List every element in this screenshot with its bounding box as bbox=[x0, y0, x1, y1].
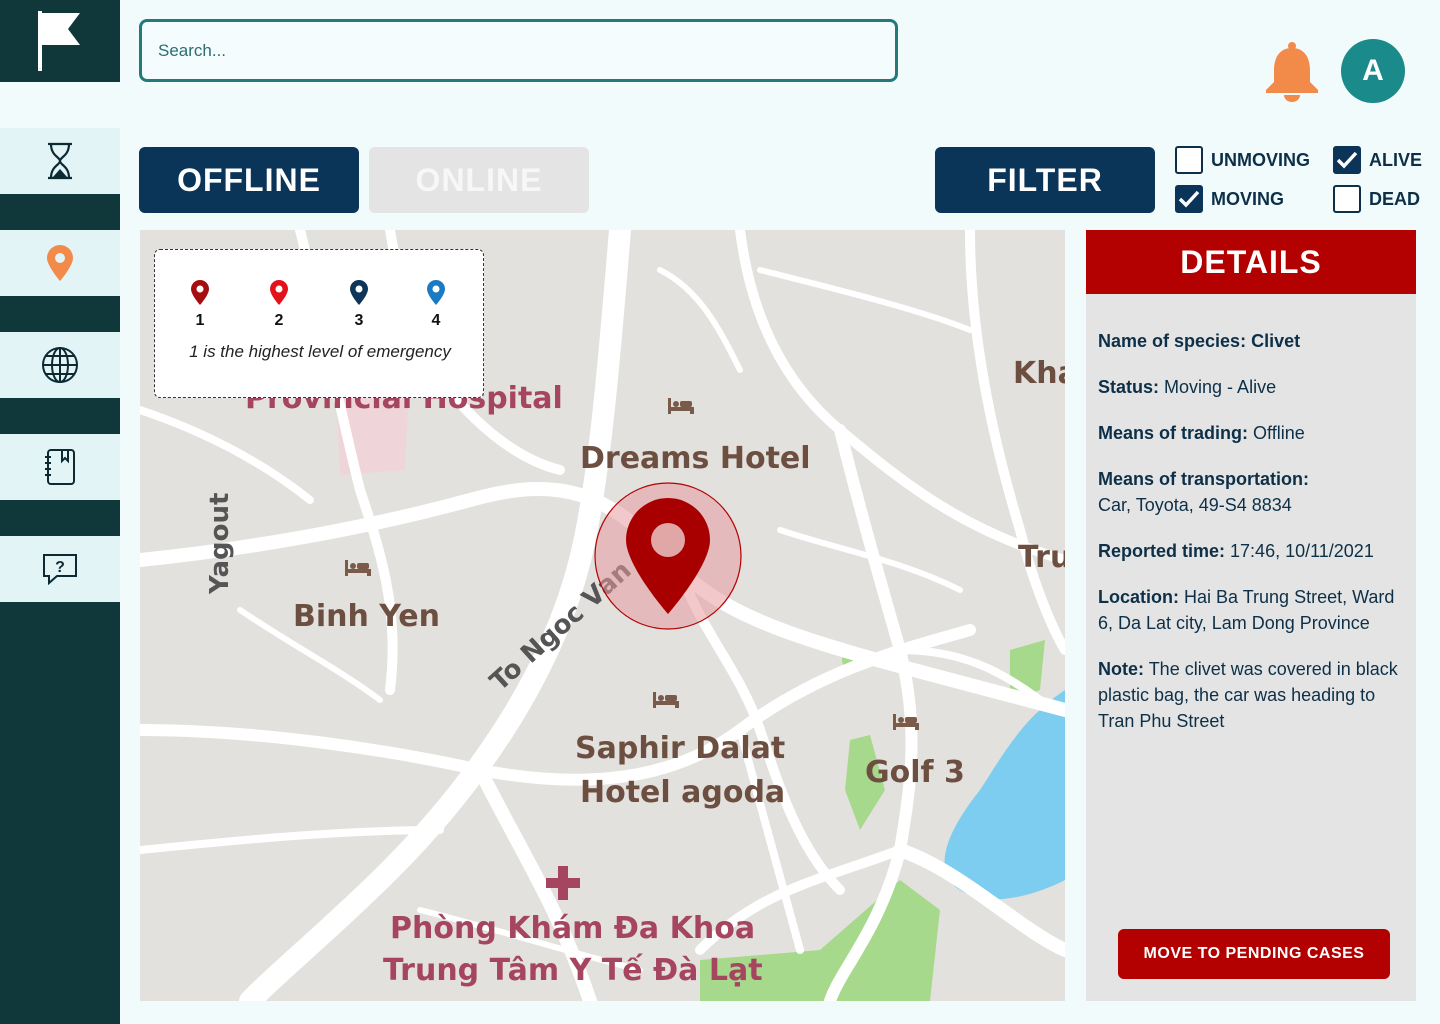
legend-level-1: 1 bbox=[185, 280, 215, 330]
filter-unmoving-checkbox[interactable]: UNMOVING bbox=[1175, 146, 1310, 174]
svg-text:?: ? bbox=[55, 559, 65, 576]
map-label: Trung Tâm Y Tế Đà Lạt bbox=[383, 953, 763, 988]
bell-icon bbox=[1266, 42, 1318, 102]
checkmark-icon bbox=[1178, 190, 1200, 208]
checkbox-box[interactable] bbox=[1333, 185, 1361, 213]
detail-location: Location: Hai Ba Trung Street, Ward 6, D… bbox=[1098, 584, 1404, 636]
notification-button[interactable] bbox=[1262, 40, 1322, 106]
tab-online[interactable]: ONLINE bbox=[369, 147, 589, 213]
detail-species: Name of species: Clivet bbox=[1098, 328, 1404, 354]
filter-dead-checkbox[interactable]: DEAD bbox=[1333, 185, 1420, 213]
detail-value: Moving - Alive bbox=[1164, 377, 1277, 397]
details-title: DETAILS bbox=[1086, 230, 1416, 294]
detail-transport: Means of transportation: Car, Toyota, 49-… bbox=[1098, 466, 1404, 518]
legend-level-3: 3 bbox=[344, 280, 374, 330]
map-pin-icon bbox=[350, 280, 368, 305]
detail-label: Status: bbox=[1098, 377, 1160, 397]
checkbox-box[interactable] bbox=[1175, 185, 1203, 213]
sidebar-item-records[interactable] bbox=[0, 434, 120, 500]
map-label: Binh Yen bbox=[293, 599, 440, 634]
legend-level-4: 4 bbox=[421, 280, 451, 330]
hourglass-icon bbox=[48, 142, 72, 180]
map-pin-icon bbox=[427, 280, 445, 305]
detail-label: Reported time: bbox=[1098, 541, 1226, 561]
map-label: Phòng Khám Đa Khoa bbox=[390, 911, 755, 946]
sidebar-spacer bbox=[0, 82, 120, 128]
legend-level-2: 2 bbox=[264, 280, 294, 330]
location-pin-icon bbox=[47, 245, 73, 281]
question-icon: ? bbox=[43, 554, 77, 586]
detail-label: Name of species: bbox=[1098, 331, 1247, 351]
globe-icon bbox=[42, 347, 78, 383]
checkbox-label: DEAD bbox=[1369, 188, 1421, 209]
legend-number: 3 bbox=[354, 312, 364, 329]
notebook-icon bbox=[45, 449, 75, 485]
map-label: Tru bbox=[1018, 540, 1065, 575]
details-body: Name of species: Clivet Status: Moving -… bbox=[1086, 294, 1416, 734]
detail-time: Reported time: 17:46, 10/11/2021 bbox=[1098, 538, 1404, 564]
detail-label: Means of trading: bbox=[1098, 423, 1249, 443]
sidebar-item-help[interactable]: ? bbox=[0, 536, 120, 602]
detail-label: Location: bbox=[1098, 587, 1179, 607]
detail-value: Car, Toyota, 49-S4 8834 bbox=[1098, 495, 1292, 515]
detail-label: Note: bbox=[1098, 659, 1144, 679]
map-label: Golf 3 bbox=[865, 755, 965, 790]
checkbox-label: UNMOVING bbox=[1211, 149, 1310, 170]
legend-number: 2 bbox=[274, 312, 284, 329]
legend-number: 4 bbox=[431, 312, 441, 329]
map-pin-icon bbox=[191, 280, 209, 305]
sidebar-item-map[interactable] bbox=[0, 230, 120, 296]
checkbox-label: MOVING bbox=[1211, 188, 1285, 209]
move-to-pending-button[interactable]: MOVE TO PENDING CASES bbox=[1118, 929, 1390, 979]
detail-status: Status: Moving - Alive bbox=[1098, 374, 1404, 400]
tab-offline[interactable]: OFFLINE bbox=[139, 147, 359, 213]
flag-icon bbox=[38, 11, 80, 71]
checkbox-label: ALIVE bbox=[1369, 149, 1423, 170]
map-label: Kha bbox=[1013, 356, 1065, 391]
app-logo[interactable] bbox=[0, 0, 120, 82]
filter-moving-checkbox[interactable]: MOVING bbox=[1175, 185, 1284, 213]
map-legend: 1 2 3 4 1 is the highest level of emerge… bbox=[154, 249, 484, 398]
map-label: Dreams Hotel bbox=[580, 441, 811, 476]
street-label: Yagout bbox=[205, 493, 235, 595]
checkbox-box[interactable] bbox=[1333, 146, 1361, 174]
detail-trading: Means of trading: Offline bbox=[1098, 420, 1404, 446]
legend-note: 1 is the highest level of emergency bbox=[189, 342, 451, 361]
checkbox-box[interactable] bbox=[1175, 146, 1203, 174]
avatar[interactable]: A bbox=[1341, 39, 1405, 103]
map-label: Hotel agoda bbox=[580, 775, 785, 810]
legend-number: 1 bbox=[195, 312, 205, 329]
pin-center bbox=[651, 523, 685, 557]
detail-value: 17:46, 10/11/2021 bbox=[1230, 541, 1374, 561]
detail-value: Clivet bbox=[1251, 331, 1301, 351]
map-pin-icon bbox=[270, 280, 288, 305]
filter-alive-checkbox[interactable]: ALIVE bbox=[1333, 146, 1422, 174]
detail-label: Means of transportation: bbox=[1098, 469, 1310, 489]
sidebar-item-history[interactable] bbox=[0, 128, 120, 194]
map-label: Saphir Dalat bbox=[575, 731, 785, 766]
detail-note: Note: The clivet was covered in black pl… bbox=[1098, 656, 1404, 734]
details-panel: DETAILS Name of species: Clivet Status: … bbox=[1086, 230, 1416, 1001]
checkmark-icon bbox=[1336, 151, 1358, 169]
search-input[interactable] bbox=[139, 19, 898, 82]
sidebar-item-online[interactable] bbox=[0, 332, 120, 398]
filter-button[interactable]: FILTER bbox=[935, 147, 1155, 213]
detail-value: Offline bbox=[1253, 423, 1305, 443]
